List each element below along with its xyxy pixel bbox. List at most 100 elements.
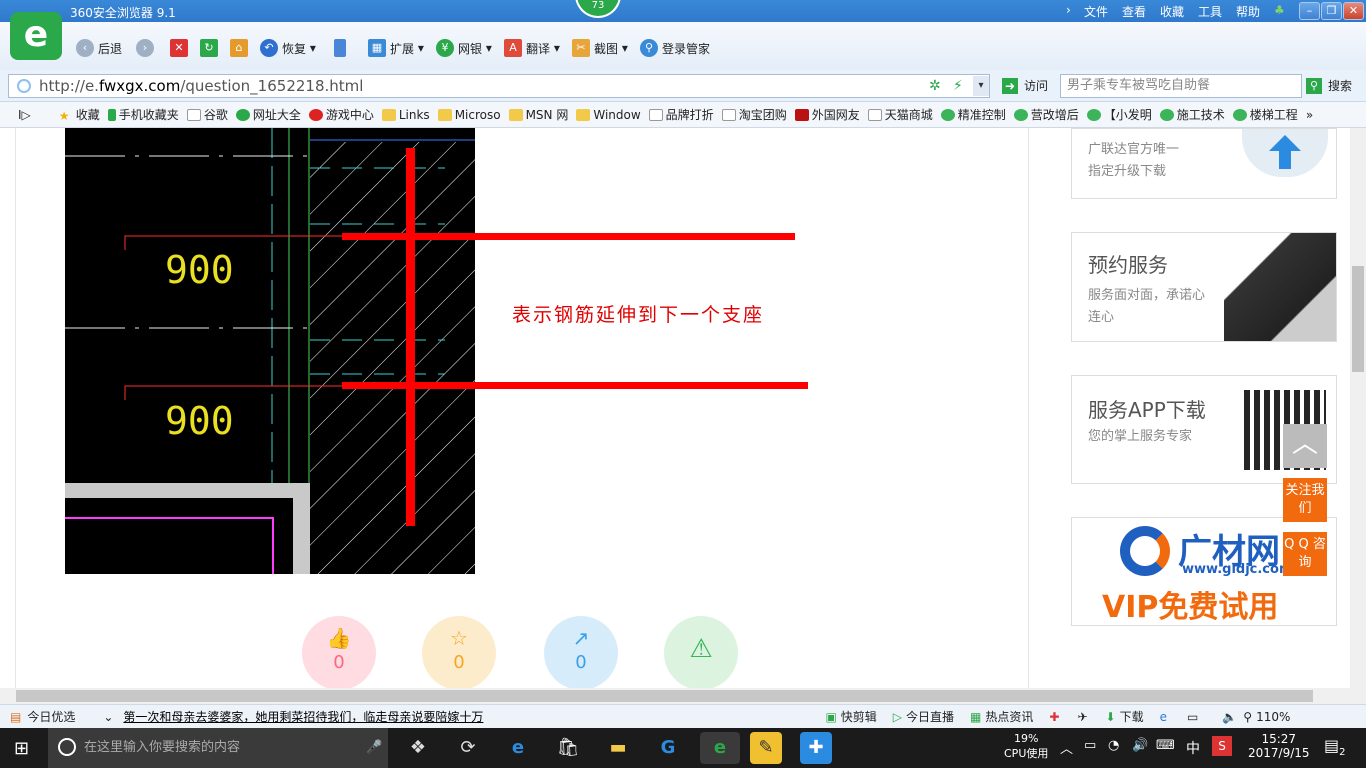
close-button[interactable]: ✕ [1343,2,1364,20]
favorite-item[interactable]: 手机收藏夹 [107,106,179,123]
windows-start-icon[interactable]: ⊞ [14,738,29,759]
menu-tools[interactable]: 工具 [1198,3,1222,20]
menu-view[interactable]: 查看 [1122,3,1146,20]
favorite-item[interactable]: 天猫商城 [867,106,933,123]
vertical-scroll-thumb[interactable] [1352,266,1364,372]
ie-icon[interactable]: e [1160,710,1167,724]
task-view-icon[interactable]: ❖ [402,732,434,764]
download-button[interactable]: 下载 [1120,708,1144,725]
favorite-item[interactable]: 精准控制 [940,106,1006,123]
clock[interactable]: 15:27 2017/9/15 [1248,732,1310,760]
secure-icon[interactable]: ✲ [929,75,941,97]
notification-badge[interactable]: 73 [575,0,621,18]
speed-icon[interactable]: ⚡ [953,75,963,97]
back-button[interactable]: ‹ 后退 [76,38,122,58]
keyboard-icon[interactable]: ⌨ [1156,738,1175,753]
favorite-button[interactable]: ☆ 0 [422,616,496,688]
wechat-icon [1086,108,1101,121]
quick-clip[interactable]: 快剪辑 [841,708,877,725]
wifi-icon[interactable]: ◔ [1108,738,1119,753]
menu-favorites[interactable]: 收藏 [1160,3,1184,20]
upgrade-ad[interactable]: 广联达官方唯一 指定升级下载 [1071,128,1337,199]
favorite-item[interactable]: 谷歌 [186,106,228,123]
zoom-level[interactable]: 110% [1256,710,1290,724]
follow-us-button[interactable]: 关注我们 [1283,478,1327,522]
search-button[interactable]: ⚲ 搜索 [1306,77,1352,94]
visit-button[interactable]: ➜ 访问 [1002,77,1048,94]
app-plus-icon[interactable]: ✚ [800,732,832,764]
translate-button[interactable]: A 翻译 ▾ [504,38,560,58]
collapse-arrow-icon[interactable]: › [1066,3,1071,17]
favorite-item[interactable]: 外国网友 [794,106,860,123]
browser-360-icon[interactable]: e [700,732,740,764]
favorite-item[interactable]: MSN 网 [508,106,568,123]
like-button[interactable]: 👍 0 [302,616,376,688]
search-input[interactable]: 男子乘专车被骂吃自助餐 [1060,74,1302,98]
refresh-button[interactable]: ↻ [200,38,222,58]
glodon-icon[interactable]: G [652,732,684,764]
horizontal-scroll-thumb[interactable] [16,690,1313,702]
favorite-item[interactable]: 游戏中心 [308,106,374,123]
maximize-button[interactable]: ❐ [1321,2,1342,20]
screenshot-button[interactable]: ✂ 截图 ▾ [572,38,628,58]
skin-icon[interactable]: ♣ [1274,3,1285,17]
favorite-item[interactable]: 施工技术 [1159,106,1225,123]
stop-button[interactable]: ✕ [170,38,192,58]
pin-icon[interactable]: ✈ [1077,710,1087,724]
notes-icon[interactable]: ✎ [750,732,782,764]
url-dropdown-icon[interactable]: ▾ [973,76,989,96]
favorite-item[interactable]: 营改增后 [1013,106,1079,123]
plus-icon[interactable]: ✚ [1049,710,1059,724]
back-to-top-button[interactable]: ︿ [1283,424,1327,468]
address-bar[interactable]: http://e.fwxgx.com/question_1652218.html… [8,74,990,98]
report-button[interactable]: ⚠ [664,616,738,688]
favorite-item[interactable]: 网址大全 [235,106,301,123]
edge-icon[interactable]: e [502,732,534,764]
mobile-button[interactable] [334,38,350,58]
microphone-icon[interactable]: 🎤 [366,728,382,768]
app-icon[interactable]: ⟳ [452,732,484,764]
today-live[interactable]: 今日直播 [906,708,954,725]
today-picks[interactable]: 今日优选 [27,708,75,725]
cpu-meter[interactable]: 19% CPU使用 [1004,732,1048,761]
login-button[interactable]: ⚲ 登录管家 [640,38,710,58]
chevron-down-icon[interactable]: ⌄ [103,710,113,724]
menu-help[interactable]: 帮助 [1236,3,1260,20]
appointment-ad[interactable]: 预约服务 服务面对面，承诺心连心 [1071,232,1337,342]
qq-consult-button[interactable]: Q Q 咨询 [1283,532,1327,576]
ime-indicator[interactable]: 中 [1186,738,1200,758]
file-explorer-icon[interactable]: ▬ [602,732,634,764]
favorite-item[interactable]: 淘宝团购 [721,106,787,123]
extend-button[interactable]: ▦ 扩展 ▾ [368,38,424,58]
favorite-item[interactable]: Microso [437,108,501,122]
action-center-icon[interactable]: ▤2 [1324,736,1346,758]
window-icon[interactable]: ▭ [1187,710,1198,724]
volume-icon[interactable]: 🔈 [1222,710,1237,724]
volume-icon[interactable]: 🔊 [1132,738,1148,753]
bank-button[interactable]: ¥ 网银 ▾ [436,38,492,58]
favorite-item[interactable]: Links [381,108,430,122]
battery-icon[interactable]: ▭ [1084,738,1096,753]
more-favorites-icon[interactable]: » [1306,108,1313,122]
tray-chevron-icon[interactable]: ︿ [1060,738,1073,757]
ad-desc: 您的掌上服务专家 [1088,429,1193,444]
restore-button[interactable]: ↶ 恢复 ▾ [260,38,316,58]
forward-button[interactable]: › [136,38,158,58]
vertical-scrollbar[interactable] [1350,128,1366,688]
sidebar-toggle-icon[interactable]: I▷ [18,108,31,122]
news-headline[interactable]: 第一次和母亲去婆婆家，她用剩菜招待我们，临走母亲说要陪嫁十万 [123,708,483,725]
favorite-item[interactable]: ★ 收藏 [59,106,100,123]
menu-file[interactable]: 文件 [1084,3,1108,20]
favorite-item[interactable]: 【小发明 [1086,106,1152,123]
store-icon[interactable]: 🛍 [552,732,584,764]
home-button[interactable]: ⌂ [230,38,252,58]
favorite-item[interactable]: 楼梯工程 [1232,106,1298,123]
share-button[interactable]: ↗ 0 [544,616,618,688]
taskbar-search-input[interactable]: 在这里输入你要搜索的内容 🎤 [48,728,388,768]
sogou-icon[interactable]: S [1212,736,1232,756]
favorite-label: 营改增后 [1030,108,1079,122]
favorite-item[interactable]: 品牌打折 [648,106,714,123]
minimize-button[interactable]: – [1299,2,1320,20]
hot-news[interactable]: 热点资讯 [985,708,1033,725]
favorite-item[interactable]: Window [576,108,641,122]
